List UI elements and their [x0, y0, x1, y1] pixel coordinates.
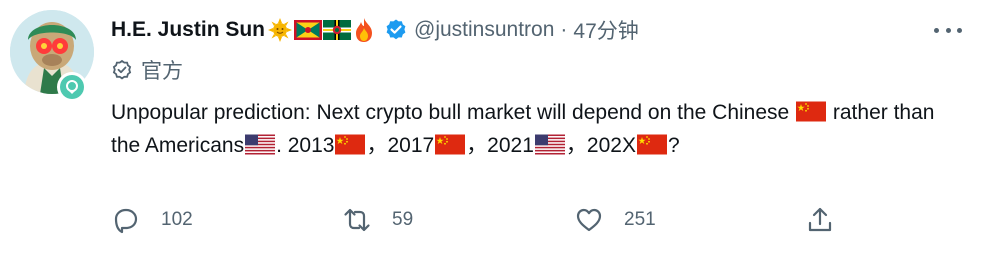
retweet-count: 59: [392, 209, 414, 230]
tweet[interactable]: H.E. Justin Sun @justinsuntron · 47分钟 官方…: [0, 0, 996, 258]
like-count: 251: [624, 209, 656, 230]
china-flag-icon: [636, 134, 667, 155]
tweet-header: H.E. Justin Sun @justinsuntron · 47分钟: [111, 14, 639, 46]
official-account-badge-icon: [57, 72, 87, 102]
more-options-button[interactable]: [934, 22, 962, 38]
tweet-text-segment: . 2013: [276, 134, 335, 157]
china-flag-icon: [796, 101, 827, 122]
reply-icon: [114, 208, 138, 234]
tweet-text: Unpopular prediction: Next crypto bull m…: [111, 96, 961, 162]
dominica-flag-icon: [323, 20, 352, 40]
tweet-text-segment: ，2017: [366, 134, 435, 157]
usa-flag-icon: [534, 134, 565, 155]
tweet-text-segment: Unpopular prediction: Next crypto bull m…: [111, 101, 796, 124]
official-badge-icon: [112, 59, 132, 80]
tweet-text-segment: ，2021: [466, 134, 534, 157]
tweet-timestamp[interactable]: 47分钟: [573, 15, 638, 45]
name-emojis: [267, 17, 376, 43]
author-handle[interactable]: @justinsuntron: [414, 18, 554, 42]
sun-face-icon: [268, 18, 293, 42]
reply-button[interactable]: 102: [111, 203, 193, 237]
official-label: 官方: [141, 60, 183, 83]
author-name[interactable]: H.E. Justin Sun: [111, 18, 265, 42]
china-flag-icon: [335, 134, 366, 155]
verified-icon: [384, 18, 408, 42]
fire-icon: [356, 18, 373, 42]
tweet-actions: 102 59 251: [111, 203, 841, 237]
separator-dot: ·: [560, 18, 568, 41]
usa-flag-icon: [245, 134, 276, 155]
like-button[interactable]: 251: [574, 203, 656, 237]
official-label-row: 官方: [111, 56, 183, 84]
tweet-text-segment: ，202X: [565, 134, 636, 157]
tweet-text-segment: ?: [667, 134, 680, 157]
retweet-button[interactable]: 59: [342, 203, 413, 237]
share-icon: [808, 207, 832, 232]
share-button[interactable]: [805, 203, 835, 237]
grenada-flag-icon: [294, 20, 323, 40]
like-icon: [576, 208, 602, 232]
reply-count: 102: [161, 209, 193, 230]
china-flag-icon: [435, 134, 466, 155]
retweet-icon: [344, 208, 370, 232]
more-icon: [934, 27, 939, 33]
